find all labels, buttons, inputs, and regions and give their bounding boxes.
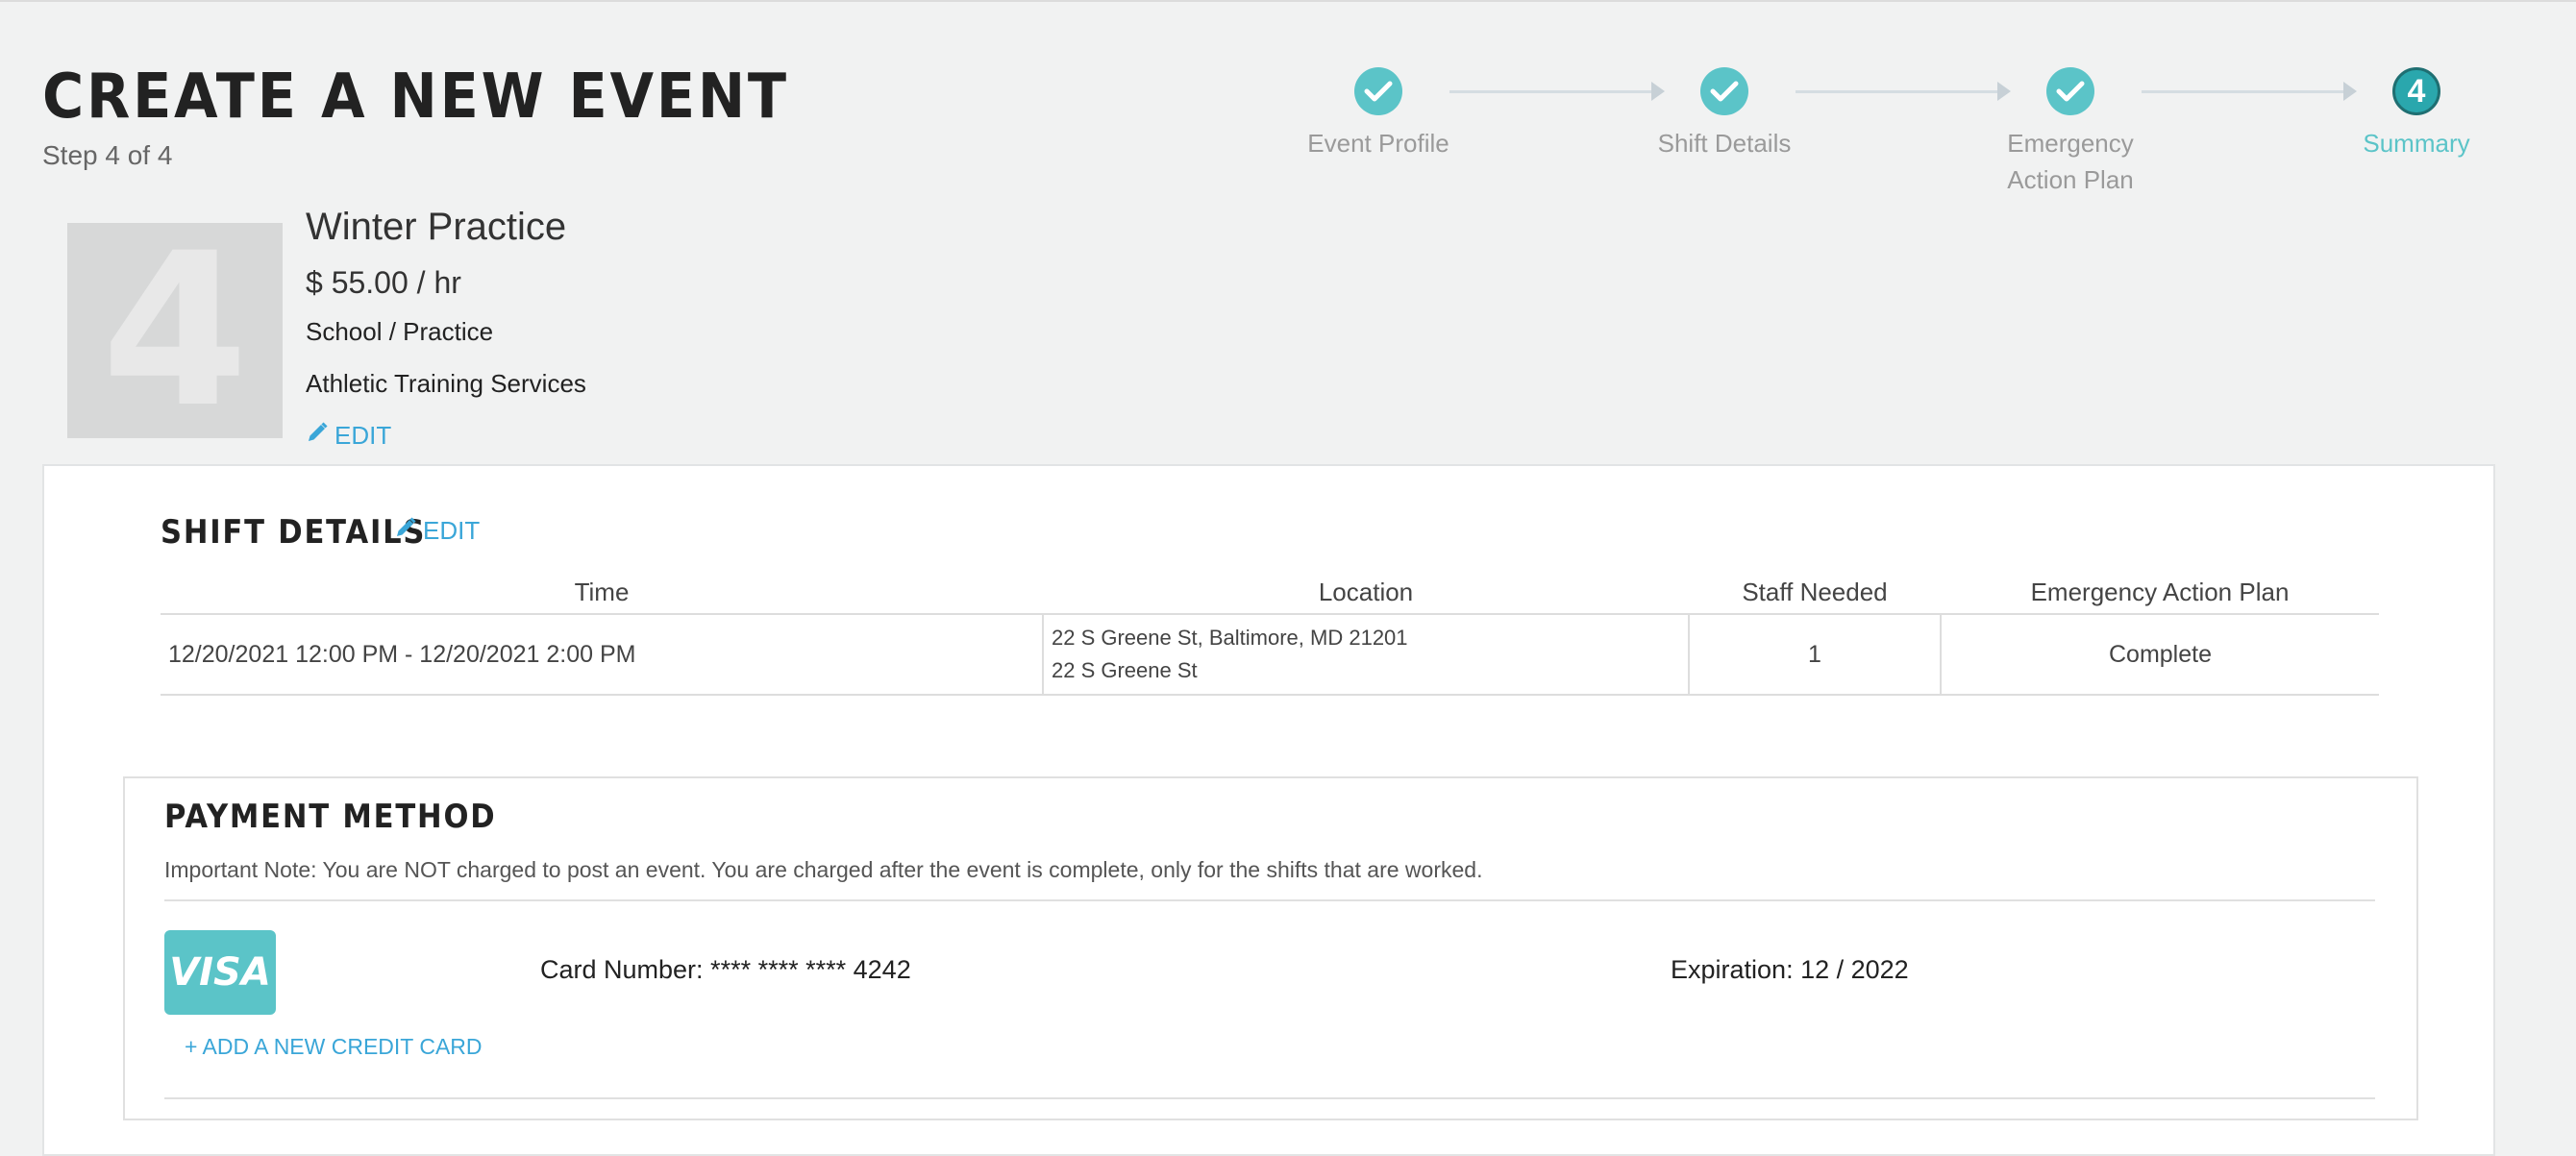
thumbnail-glyph: 4: [101, 223, 249, 438]
card-number: Card Number: **** **** **** 4242: [540, 955, 911, 984]
shift-details-heading: SHIFT DETAILS: [161, 513, 427, 552]
divider: [164, 899, 2375, 901]
pencil-icon: [306, 421, 329, 451]
event-service: Athletic Training Services: [306, 369, 586, 398]
payment-note: Important Note: You are NOT charged to p…: [164, 857, 1482, 883]
step-indicator: Step 4 of 4: [42, 140, 173, 170]
payment-note-label: Important Note:: [164, 857, 317, 882]
shift-staff-needed: 1: [1688, 614, 1941, 696]
top-border: [0, 0, 2576, 2]
step-label: Event Profile: [1307, 129, 1449, 158]
add-credit-card-link[interactable]: + ADD A NEW CREDIT CARD: [185, 1034, 483, 1060]
step-summary[interactable]: 4 Summary: [2301, 67, 2532, 161]
event-type: School / Practice: [306, 317, 494, 346]
table-header-row: Time Location Staff Needed Emergency Act…: [161, 571, 2379, 615]
divider: [164, 1097, 2375, 1099]
payment-method-heading: PAYMENT METHOD: [164, 798, 497, 836]
shift-eap-status: Complete: [1940, 614, 2379, 696]
table-row: 12/20/2021 12:00 PM - 12/20/2021 2:00 PM…: [161, 614, 2379, 696]
shift-location: 22 S Greene St, Baltimore, MD 21201 22 S…: [1042, 614, 1689, 696]
column-header-time: Time: [161, 571, 1043, 615]
card-expiration: Expiration: 12 / 2022: [1671, 955, 1909, 984]
column-header-location: Location: [1043, 571, 1689, 615]
step-label: Emergency Action Plan: [2007, 129, 2134, 194]
step-number-badge: 4: [2392, 67, 2440, 115]
payment-note-text: You are NOT charged to post an event. Yo…: [316, 857, 1483, 882]
shift-table: Time Location Staff Needed Emergency Act…: [161, 571, 2379, 696]
edit-label: EDIT: [423, 516, 481, 545]
check-icon: [2046, 67, 2094, 115]
location-name: 22 S Greene St: [1052, 658, 1198, 682]
edit-shift-details-button[interactable]: EDIT: [394, 516, 480, 546]
edit-event-button[interactable]: EDIT: [306, 421, 391, 451]
event-thumbnail: 4: [67, 223, 283, 438]
shift-time: 12/20/2021 12:00 PM - 12/20/2021 2:00 PM: [161, 614, 1043, 696]
pencil-icon: [394, 516, 417, 546]
visa-card-icon[interactable]: VISA: [164, 930, 276, 1015]
column-header-eap: Emergency Action Plan: [1941, 571, 2379, 615]
check-icon: [1700, 67, 1748, 115]
location-address: 22 S Greene St, Baltimore, MD 21201: [1052, 626, 1408, 650]
step-shift-details[interactable]: Shift Details: [1609, 67, 1840, 161]
event-rate: $ 55.00 / hr: [306, 265, 461, 300]
check-icon: [1354, 67, 1402, 115]
step-label: Summary: [2363, 129, 2470, 158]
step-emergency-action-plan[interactable]: Emergency Action Plan: [1955, 67, 2186, 198]
page-title: CREATE A NEW EVENT: [42, 61, 789, 133]
column-header-staff-needed: Staff Needed: [1689, 571, 1941, 615]
event-name: Winter Practice: [306, 206, 567, 248]
step-event-profile[interactable]: Event Profile: [1263, 67, 1494, 161]
step-label: Shift Details: [1657, 129, 1792, 158]
edit-label: EDIT: [334, 421, 392, 450]
